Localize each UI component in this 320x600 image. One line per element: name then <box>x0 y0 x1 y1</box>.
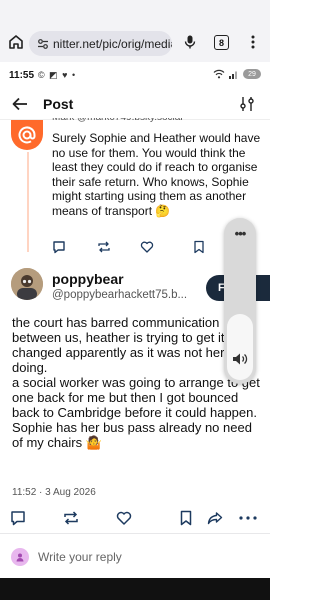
parent-post-text: Surely Sophie and Heather would have no … <box>52 131 261 218</box>
author-display-name[interactable]: poppybear <box>52 271 124 287</box>
overflow-menu-icon[interactable] <box>248 34 258 50</box>
reply-input-placeholder[interactable]: Write your reply <box>38 550 122 564</box>
page-title: Post <box>43 96 74 112</box>
more-options-icon[interactable] <box>238 510 258 526</box>
signal-icon <box>229 69 239 79</box>
status-bar: 11:55 © ◩ ♥ • 29 <box>0 62 270 88</box>
notification-icons: © ◩ ♥ • <box>38 70 77 80</box>
reply-icon[interactable] <box>52 240 68 256</box>
status-time: 11:55 <box>9 70 35 81</box>
home-icon[interactable] <box>8 34 24 50</box>
url-text: nitter.net/pic/orig/media <box>53 36 172 51</box>
post-actions <box>10 510 262 528</box>
reply-composer[interactable]: Write your reply <box>0 534 270 578</box>
back-arrow-icon[interactable] <box>11 95 29 113</box>
repost-icon[interactable] <box>63 510 79 526</box>
widget-slider-handle[interactable] <box>227 314 253 380</box>
post-paragraph: a social worker was going to arrange to … <box>12 375 260 420</box>
reply-avatar-icon <box>11 548 29 566</box>
floating-accessibility-widget[interactable]: ••• <box>224 218 256 384</box>
author-handle[interactable]: @poppybearhackett75.b... <box>52 289 187 301</box>
site-settings-icon[interactable] <box>37 38 49 50</box>
widget-menu-icon[interactable]: ••• <box>224 226 256 241</box>
status-indicators: 29 <box>213 69 261 79</box>
wifi-icon <box>213 69 225 79</box>
app-header: Post <box>0 88 270 120</box>
thread-options-icon[interactable] <box>240 96 254 112</box>
thread-connector-line <box>27 152 29 252</box>
avatar[interactable] <box>11 120 43 150</box>
post-timestamp[interactable]: 11:52 · 3 Aug 2026 <box>12 487 96 498</box>
bookmark-icon[interactable] <box>178 510 194 526</box>
repost-icon[interactable] <box>97 240 113 256</box>
speaker-icon[interactable] <box>231 350 249 368</box>
at-sign-icon <box>18 126 36 144</box>
microphone-icon[interactable] <box>182 34 198 50</box>
avatar[interactable] <box>11 268 43 300</box>
battery-indicator: 29 <box>243 69 261 79</box>
share-icon[interactable] <box>207 510 223 526</box>
parent-post-actions <box>52 240 222 258</box>
parent-author-handle[interactable]: Mark @mark0749.bsky.social <box>52 118 183 125</box>
like-icon[interactable] <box>116 510 132 526</box>
bookmark-icon[interactable] <box>192 240 208 256</box>
system-navigation-bar <box>0 578 270 600</box>
browser-toolbar: nitter.net/pic/orig/media 8 <box>0 0 270 62</box>
like-icon[interactable] <box>140 240 156 256</box>
tab-switcher-button[interactable]: 8 <box>214 35 229 50</box>
post-paragraph: Sophie has her bus pass already no need … <box>12 420 252 450</box>
address-bar[interactable]: nitter.net/pic/orig/media <box>29 31 172 56</box>
reply-icon[interactable] <box>10 510 26 526</box>
